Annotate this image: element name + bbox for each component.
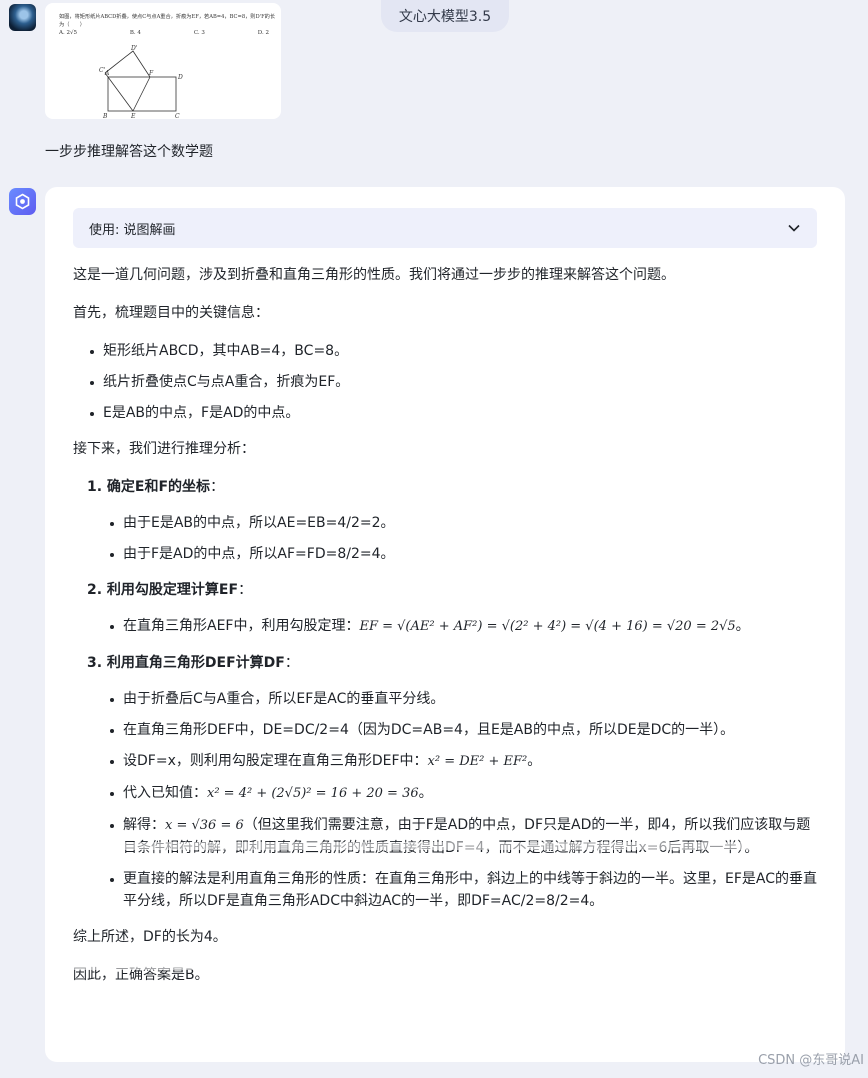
list-item: 解得：x = √36 = 6（但这里我们需要注意，由于F是AD的中点，DF只是A… — [73, 814, 817, 859]
step-title: 1. 确定E和F的坐标： — [87, 479, 225, 495]
math-formula: EF = √(AE² + AF²) = √(2² + 4²) = √(4 + 1… — [359, 619, 736, 634]
list-item: 在直角三角形DEF中，DE=DC/2=4（因为DC=AB=4，且E是AB的中点，… — [73, 719, 817, 741]
step-title: 3. 利用直角三角形DEF计算DF： — [87, 655, 299, 671]
summary-paragraph: 综上所述，DF的长为4。 — [73, 929, 227, 945]
answer-paragraph: 因此，正确答案是B。 — [73, 967, 209, 983]
list-item: 代入已知值：x² = 4² + (2√5)² = 16 + 20 = 36。 — [73, 782, 817, 805]
analysis-heading: 接下来，我们进行推理分析： — [73, 441, 255, 457]
list-item: 纸片折叠使点C与点A重合，折痕为EF。 — [73, 371, 817, 393]
chevron-down-icon[interactable] — [787, 221, 801, 235]
user-avatar — [9, 4, 36, 31]
question-text: 如图，将矩形纸片ABCD折叠，使点C与点A重合，折痕为EF，若AB=4，BC=8… — [59, 14, 276, 28]
tool-usage-bar[interactable]: 使用: 说图解画 — [73, 208, 817, 248]
list-item: 由于折叠后C与A重合，所以EF是AC的垂直平分线。 — [73, 688, 817, 710]
assistant-logo-icon — [15, 193, 30, 210]
label-d: D — [177, 74, 183, 81]
list-item: 由于F是AD的中点，所以AF=FD=8/2=4。 — [73, 543, 817, 565]
watermark: CSDN @东哥说AI — [758, 1053, 864, 1068]
label-b: B — [102, 113, 108, 119]
math-formula: x² = DE² + EF² — [427, 754, 528, 769]
assistant-response-card: 使用: 说图解画 这是一道几何问题，涉及到折叠和直角三角形的性质。我们将通过一步… — [45, 187, 845, 1062]
question-image[interactable]: 如图，将矩形纸片ABCD折叠，使点C与点A重合，折痕为EF，若AB=4，BC=8… — [45, 3, 281, 119]
question-options: A. 2√5 B. 4 C. 3 D. 2 — [59, 30, 269, 36]
label-d-prime: D' — [130, 45, 138, 52]
model-title[interactable]: 文心大模型3.5 — [381, 0, 509, 32]
math-formula: x = √36 = 6 — [165, 818, 244, 833]
label-f: F — [148, 70, 154, 77]
label-c: C — [175, 113, 180, 119]
option-a: A. 2√5 — [59, 30, 77, 36]
option-d: D. 2 — [257, 30, 269, 36]
list-item: 更直接的解法是利用直角三角形的性质：在直角三角形中，斜边上的中线等于斜边的一半。… — [73, 868, 817, 912]
key-info-heading: 首先，梳理题目中的关键信息： — [73, 305, 269, 321]
step-1: 1. 确定E和F的坐标： 由于E是AB的中点，所以AE=EB=4/2=2。 由于… — [73, 476, 817, 565]
list-item: 设DF=x，则利用勾股定理在直角三角形DEF中：x² = DE² + EF²。 — [73, 750, 817, 773]
label-e: E — [130, 113, 136, 119]
geometry-figure: D' A F D C' B E C — [99, 45, 183, 119]
intro-paragraph: 这是一道几何问题，涉及到折叠和直角三角形的性质。我们将通过一步步的推理来解答这个… — [73, 267, 675, 283]
list-item: 在直角三角形AEF中，利用勾股定理：EF = √(AE² + AF²) = √(… — [73, 615, 817, 638]
list-item: 矩形纸片ABCD，其中AB=4，BC=8。 — [73, 340, 817, 362]
assistant-avatar — [9, 188, 36, 215]
label-c-prime: C' — [99, 67, 106, 74]
tool-usage-label: 使用: 说图解画 — [89, 222, 176, 238]
list-item: 由于E是AB的中点，所以AE=EB=4/2=2。 — [73, 512, 817, 534]
list-item: E是AB的中点，F是AD的中点。 — [73, 402, 817, 424]
response-content: 这是一道几何问题，涉及到折叠和直角三角形的性质。我们将通过一步步的推理来解答这个… — [73, 264, 817, 1002]
step-2: 2. 利用勾股定理计算EF： 在直角三角形AEF中，利用勾股定理：EF = √(… — [73, 579, 817, 638]
user-message: 一步步推理解答这个数学题 — [45, 144, 213, 160]
key-info-list: 矩形纸片ABCD，其中AB=4，BC=8。 纸片折叠使点C与点A重合，折痕为EF… — [73, 340, 817, 424]
option-c: C. 3 — [193, 30, 205, 36]
step-3: 3. 利用直角三角形DEF计算DF： 由于折叠后C与A重合，所以EF是AC的垂直… — [73, 652, 817, 912]
math-formula: x² = 4² + (2√5)² = 16 + 20 = 36 — [207, 786, 419, 801]
option-b: B. 4 — [129, 30, 141, 36]
step-title: 2. 利用勾股定理计算EF： — [87, 582, 253, 598]
